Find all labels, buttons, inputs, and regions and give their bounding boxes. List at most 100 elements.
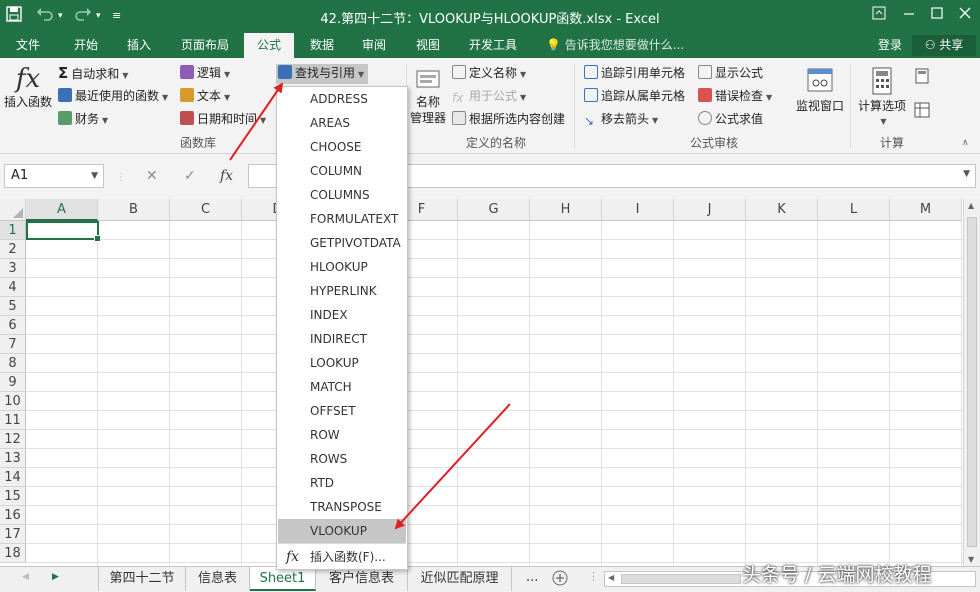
logical-button[interactable]: 逻辑 ▼	[180, 64, 230, 84]
cancel-icon[interactable]: ✕	[146, 168, 158, 184]
menu-item-transpose[interactable]: TRANSPOSE	[278, 495, 406, 519]
horizontal-scroll-thumb[interactable]	[621, 574, 741, 584]
column-header[interactable]: K	[746, 199, 818, 221]
sheet-tab-3[interactable]: 客户信息表	[316, 567, 408, 591]
calculation-options-button[interactable]: 计算选项 ▼	[854, 66, 910, 130]
row-header[interactable]: 7	[0, 335, 26, 354]
row-header[interactable]: 5	[0, 297, 26, 316]
financial-button[interactable]: 财务 ▼	[58, 110, 108, 130]
row-header[interactable]: 9	[0, 373, 26, 392]
row-header[interactable]: 11	[0, 411, 26, 430]
menu-item-rows[interactable]: ROWS	[278, 447, 406, 471]
menu-item-lookup[interactable]: LOOKUP	[278, 351, 406, 375]
tell-me-box[interactable]: 💡 告诉我您想要做什么...	[546, 33, 684, 58]
vertical-scroll-thumb[interactable]	[967, 217, 977, 547]
select-all-corner[interactable]	[0, 199, 26, 221]
row-header[interactable]: 6	[0, 316, 26, 335]
menu-item-match[interactable]: MATCH	[278, 375, 406, 399]
text-button[interactable]: 文本 ▼	[180, 87, 230, 107]
row-header[interactable]: 13	[0, 449, 26, 468]
scroll-up-icon[interactable]: ▲	[968, 201, 974, 210]
menu-item-rtd[interactable]: RTD	[278, 471, 406, 495]
error-checking-button[interactable]: 错误检查 ▼	[698, 87, 772, 107]
restore-icon[interactable]	[930, 6, 944, 26]
column-header[interactable]: M	[890, 199, 962, 221]
row-header[interactable]: 18	[0, 544, 26, 563]
row-header[interactable]: 2	[0, 240, 26, 259]
name-manager-button[interactable]: 名称 管理器	[408, 68, 448, 126]
menu-item-hlookup[interactable]: HLOOKUP	[278, 255, 406, 279]
tab-view[interactable]: 视图	[404, 33, 452, 58]
trace-precedents-button[interactable]: 追踪引用单元格	[584, 64, 685, 82]
chevron-down-icon[interactable]: ▼	[91, 165, 98, 187]
column-header[interactable]: B	[98, 199, 170, 221]
sheet-tab-1[interactable]: 信息表	[186, 567, 250, 591]
column-header[interactable]: I	[602, 199, 674, 221]
scroll-tabs-right-icon[interactable]: ▶	[52, 572, 59, 582]
menu-insert-function[interactable]: fx 插入函数(F)...	[278, 545, 406, 569]
column-header[interactable]: A	[26, 199, 98, 221]
tab-insert[interactable]: 插入	[114, 33, 164, 58]
menu-item-choose[interactable]: CHOOSE	[278, 135, 406, 159]
remove-arrows-button[interactable]: ↘ 移去箭头 ▼	[584, 110, 658, 130]
use-in-formula-button[interactable]: fx 用于公式 ▼	[452, 87, 526, 107]
menu-item-formulatext[interactable]: FORMULATEXT	[278, 207, 406, 231]
scroll-down-icon[interactable]: ▼	[968, 555, 974, 564]
row-header[interactable]: 4	[0, 278, 26, 297]
column-header[interactable]: C	[170, 199, 242, 221]
show-formulas-button[interactable]: 显示公式	[698, 64, 763, 82]
row-header[interactable]: 1	[0, 221, 26, 240]
insert-function-fx-icon[interactable]: fx	[220, 168, 233, 184]
calculate-sheet-button[interactable]	[914, 102, 930, 123]
sheet-tab-0[interactable]: 第四十二节	[98, 567, 186, 591]
active-cell-a1[interactable]	[26, 221, 101, 242]
menu-item-hyperlink[interactable]: HYPERLINK	[278, 279, 406, 303]
recently-used-button[interactable]: 最近使用的函数 ▼	[58, 87, 168, 107]
new-sheet-icon[interactable]	[552, 570, 568, 589]
column-header[interactable]: H	[530, 199, 602, 221]
menu-item-areas[interactable]: AREAS	[278, 111, 406, 135]
column-header[interactable]: J	[674, 199, 746, 221]
insert-function-button[interactable]: fx 插入函数	[2, 64, 54, 110]
scroll-tabs-left-icon[interactable]: ◀	[22, 572, 29, 582]
row-header[interactable]: 10	[0, 392, 26, 411]
trace-dependents-button[interactable]: 追踪从属单元格	[584, 87, 685, 105]
tab-developer[interactable]: 开发工具	[458, 33, 528, 58]
tab-home[interactable]: 开始	[60, 33, 112, 58]
worksheet-grid[interactable]: ABCDEFGHIJKLM 12345678910111213141516171…	[0, 199, 963, 566]
row-header[interactable]: 16	[0, 506, 26, 525]
minimize-icon[interactable]	[902, 6, 916, 26]
tab-split-handle-icon[interactable]: ⋮	[588, 570, 599, 583]
column-header[interactable]: G	[458, 199, 530, 221]
menu-item-getpivotdata[interactable]: GETPIVOTDATA	[278, 231, 406, 255]
menu-item-address[interactable]: ADDRESS	[278, 87, 406, 111]
create-from-selection-button[interactable]: 根据所选内容创建	[452, 110, 565, 128]
row-header[interactable]: 12	[0, 430, 26, 449]
tab-review[interactable]: 审阅	[350, 33, 398, 58]
lookup-reference-button[interactable]: 查找与引用 ▼	[276, 64, 369, 84]
row-header[interactable]: 8	[0, 354, 26, 373]
define-name-button[interactable]: 定义名称 ▼	[452, 64, 526, 84]
tab-data[interactable]: 数据	[298, 33, 346, 58]
watch-window-button[interactable]: 监视窗口	[794, 66, 846, 114]
vertical-scrollbar[interactable]: ▲ ▼	[963, 199, 980, 566]
menu-item-row[interactable]: ROW	[278, 423, 406, 447]
sheet-tab-2[interactable]: Sheet1	[250, 567, 316, 591]
expand-formula-bar-icon[interactable]: ▼	[963, 169, 970, 179]
autosum-button[interactable]: Σ 自动求和 ▼	[58, 64, 128, 85]
row-header[interactable]: 3	[0, 259, 26, 278]
menu-item-columns[interactable]: COLUMNS	[278, 183, 406, 207]
menu-item-column[interactable]: COLUMN	[278, 159, 406, 183]
menu-item-offset[interactable]: OFFSET	[278, 399, 406, 423]
more-sheets-icon[interactable]: ...	[526, 570, 538, 585]
collapse-ribbon-icon[interactable]: ∧	[962, 134, 969, 152]
tab-formulas[interactable]: 公式	[244, 33, 294, 58]
menu-item-vlookup[interactable]: VLOOKUP	[278, 519, 406, 543]
name-box[interactable]: A1 ▼	[4, 164, 104, 188]
close-icon[interactable]	[958, 6, 972, 26]
scroll-left-icon[interactable]: ◀	[608, 573, 614, 582]
menu-item-indirect[interactable]: INDIRECT	[278, 327, 406, 351]
tab-page-layout[interactable]: 页面布局	[170, 33, 240, 58]
sign-in-link[interactable]: 登录	[878, 33, 902, 58]
row-header[interactable]: 14	[0, 468, 26, 487]
